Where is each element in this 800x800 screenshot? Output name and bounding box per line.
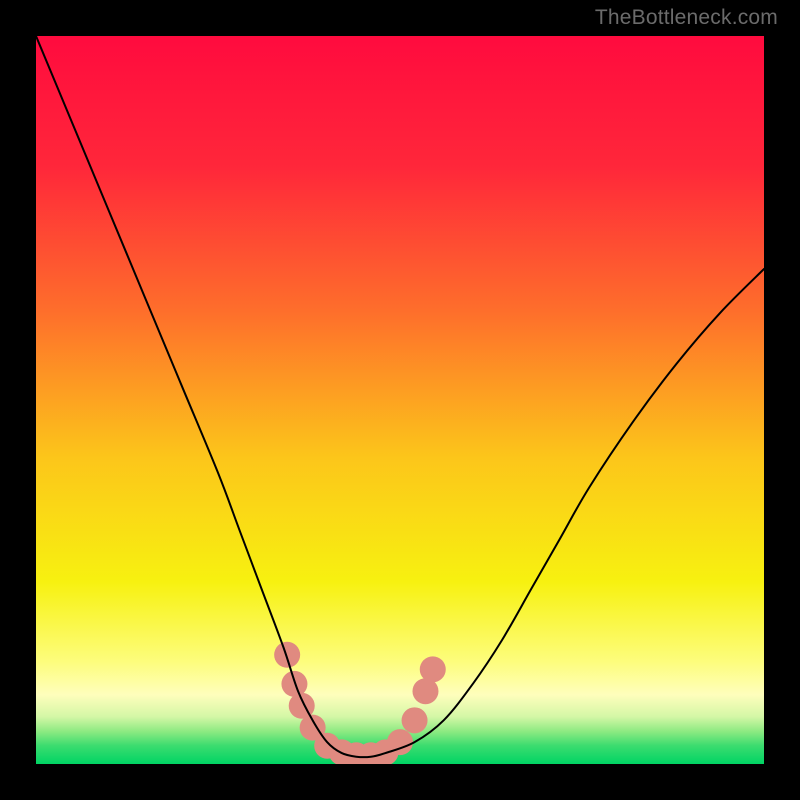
highlight-marker: [420, 656, 446, 682]
chart-frame: TheBottleneck.com: [0, 0, 800, 800]
bottleneck-curve: [36, 36, 764, 757]
highlight-marker: [274, 642, 300, 668]
curve-layer: [36, 36, 764, 764]
highlight-marker: [402, 707, 428, 733]
watermark-text: TheBottleneck.com: [595, 6, 778, 30]
plot-area: [36, 36, 764, 764]
highlight-markers: [274, 642, 446, 764]
